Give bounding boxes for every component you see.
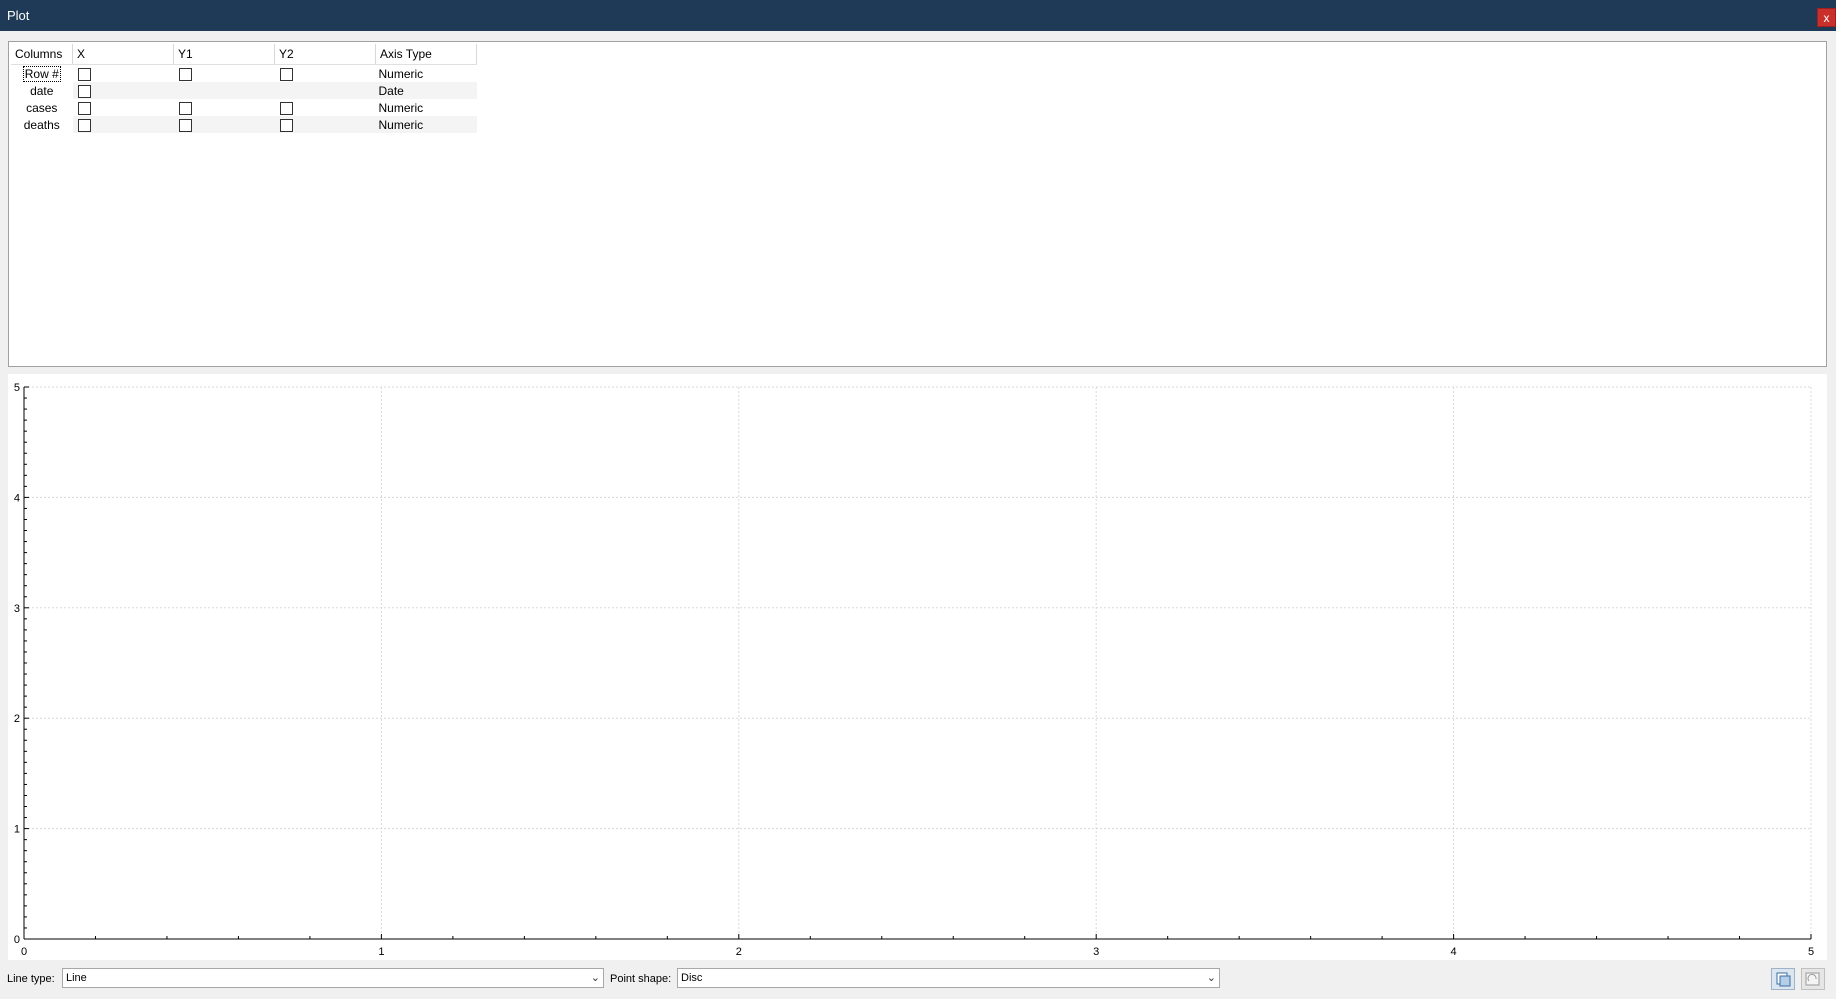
columns-table: Columns X Y1 Y2 Axis Type Row # Numeric …: [11, 44, 477, 133]
chevron-down-icon: ⌄: [590, 972, 600, 984]
plot-area[interactable]: 0 1 2 3 4 5 0 1 2 3 4 5: [8, 374, 1827, 960]
y1-checkbox[interactable]: [178, 118, 192, 132]
copy-plot-icon: [1776, 972, 1791, 987]
row-label[interactable]: Row #: [11, 65, 73, 83]
axis-type-cell[interactable]: Date: [375, 82, 477, 99]
bottom-toolbar: Line type: Line ⌄ Point shape: Disc ⌄: [0, 966, 1836, 999]
header-axis-type[interactable]: Axis Type: [375, 44, 477, 65]
header-y1[interactable]: Y1: [173, 44, 275, 65]
header-columns[interactable]: Columns: [11, 44, 73, 65]
close-button[interactable]: x: [1817, 8, 1836, 27]
line-type-label: Line type:: [7, 973, 55, 985]
line-type-select[interactable]: Line ⌄: [62, 968, 604, 988]
refresh-plot-icon: [1805, 972, 1820, 986]
y1-checkbox[interactable]: [178, 67, 192, 81]
y-tick-label: 3: [14, 603, 20, 615]
x-checkbox[interactable]: [77, 84, 91, 98]
point-shape-value: Disc: [681, 972, 703, 984]
row-label[interactable]: cases: [11, 99, 73, 116]
columns-panel: Columns X Y1 Y2 Axis Type Row # Numeric …: [8, 41, 1827, 367]
x-tick-label: 5: [1808, 946, 1814, 958]
axis-type-cell[interactable]: Numeric: [376, 99, 477, 116]
axis-type-cell[interactable]: Numeric: [375, 116, 477, 133]
table-row[interactable]: cases Numeric: [11, 99, 477, 116]
window-title: Plot: [7, 8, 30, 23]
table-row[interactable]: Row # Numeric: [11, 65, 477, 83]
plot-canvas[interactable]: 0 1 2 3 4 5 0 1 2 3 4 5: [8, 374, 1827, 960]
x-tick-label: 1: [378, 946, 384, 958]
y-tick-label: 2: [14, 713, 20, 725]
line-type-value: Line: [66, 972, 87, 984]
x-tick-label: 0: [21, 946, 27, 958]
x-tick-label: 2: [736, 946, 742, 958]
x-tick-label: 4: [1451, 946, 1457, 958]
copy-plot-button[interactable]: [1771, 968, 1795, 990]
point-shape-select[interactable]: Disc ⌄: [677, 968, 1220, 988]
y2-checkbox[interactable]: [279, 118, 293, 132]
y1-checkbox[interactable]: [178, 101, 192, 115]
point-shape-label: Point shape:: [610, 973, 672, 985]
y-tick-label: 0: [14, 934, 20, 946]
axis-type-cell[interactable]: Numeric: [376, 65, 477, 83]
y1-cell-empty: [173, 82, 275, 99]
header-x[interactable]: X: [72, 44, 174, 65]
x-tick-label: 3: [1093, 946, 1099, 958]
refresh-plot-button[interactable]: [1801, 968, 1825, 990]
row-label[interactable]: date: [11, 82, 73, 99]
x-checkbox[interactable]: [77, 67, 91, 81]
y-tick-label: 1: [14, 824, 20, 836]
y-tick-label: 5: [14, 382, 20, 394]
y2-checkbox[interactable]: [279, 67, 293, 81]
row-label[interactable]: deaths: [11, 116, 73, 133]
x-checkbox[interactable]: [77, 101, 91, 115]
table-row[interactable]: date Date: [11, 82, 477, 99]
y-tick-label: 4: [14, 492, 20, 504]
chevron-down-icon: ⌄: [1206, 972, 1216, 984]
table-row[interactable]: deaths Numeric: [11, 116, 477, 133]
y2-checkbox[interactable]: [279, 101, 293, 115]
x-checkbox[interactable]: [77, 118, 91, 132]
title-bar: Plot x: [0, 0, 1836, 31]
header-y2[interactable]: Y2: [274, 44, 376, 65]
y2-cell-empty: [274, 82, 376, 99]
